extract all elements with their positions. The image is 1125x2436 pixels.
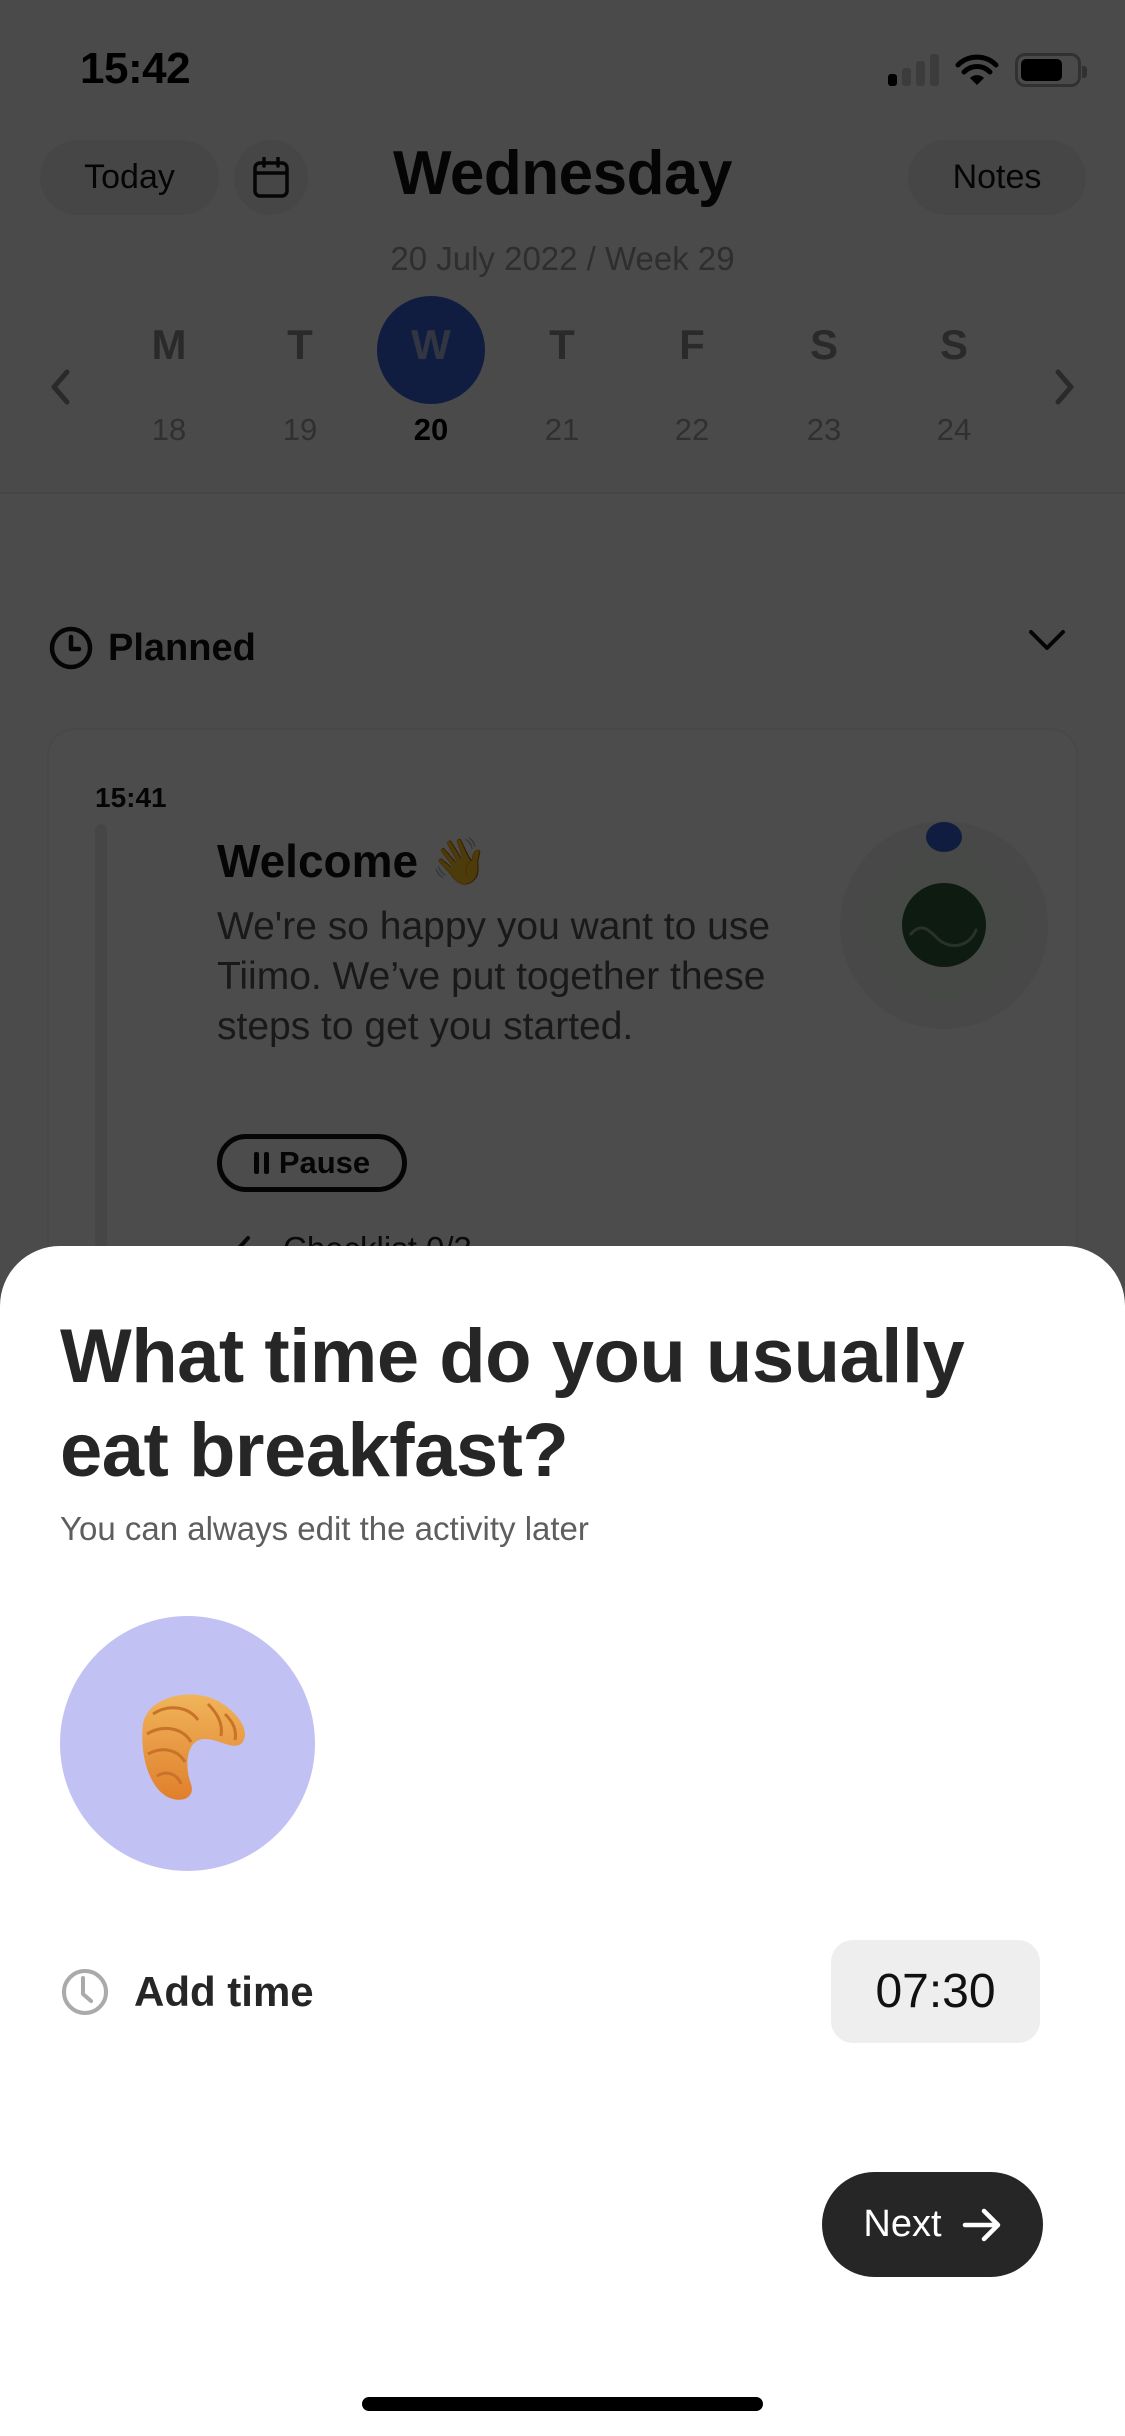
add-time-label: Add time <box>134 1968 314 2015</box>
activity-icon-picker[interactable] <box>60 1616 315 1871</box>
sheet-subtitle: You can always edit the activity later <box>60 1510 589 1547</box>
next-button[interactable]: Next <box>822 2172 1043 2277</box>
next-label: Next <box>863 2203 942 2245</box>
home-indicator[interactable] <box>362 2397 763 2411</box>
croissant-icon <box>141 1693 245 1800</box>
sheet-title: What time do you usually eat breakfast? <box>60 1314 965 1493</box>
add-time-row: Add time 07:30 <box>60 1940 1040 2044</box>
clock-icon <box>62 1969 108 2015</box>
time-picker[interactable]: 07:30 <box>831 1940 1040 2043</box>
time-value: 07:30 <box>875 1965 996 2018</box>
onboarding-sheet: What time do you usually eat breakfast? … <box>0 1246 1125 2436</box>
arrow-right-icon <box>962 2208 1000 2241</box>
